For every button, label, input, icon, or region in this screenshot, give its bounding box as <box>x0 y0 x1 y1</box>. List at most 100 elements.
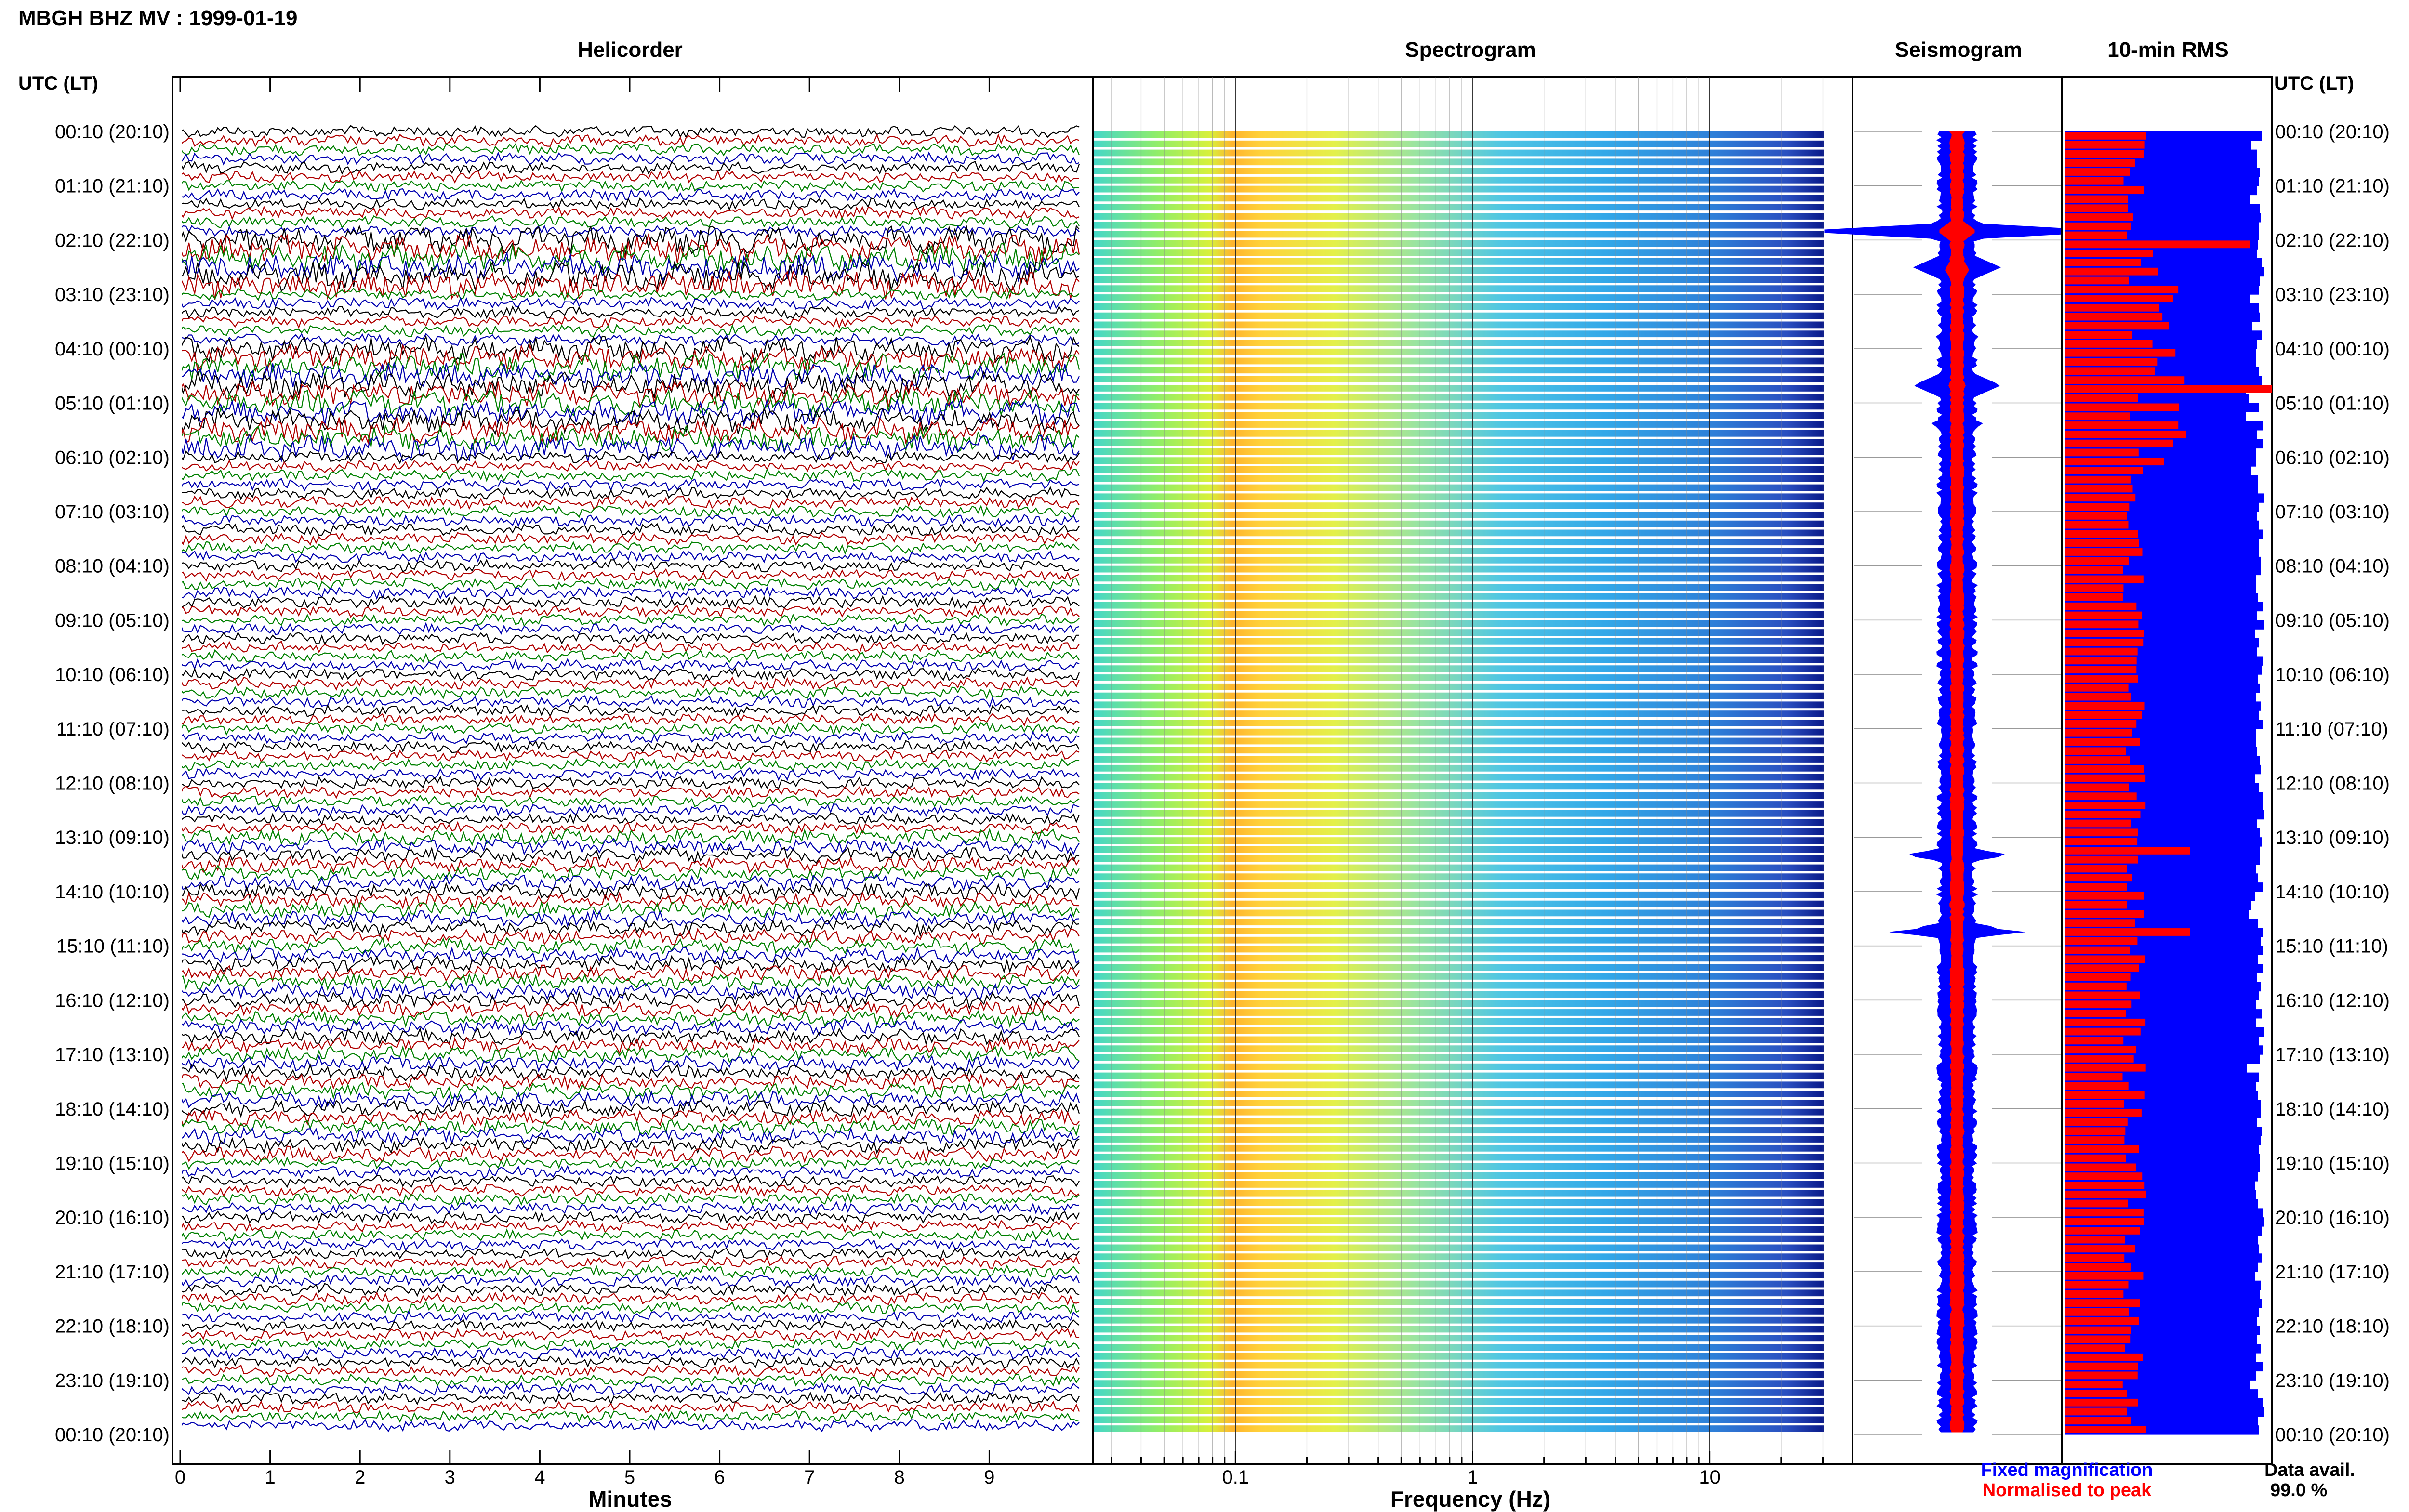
rms-bar-normalised <box>2065 638 2144 646</box>
spectrogram-row <box>1094 683 1824 690</box>
spectrogram-row <box>1094 176 1824 184</box>
helicorder-x-tick-label: 3 <box>445 1467 455 1488</box>
spectrogram-row <box>1094 919 1824 926</box>
spectrogram-row <box>1094 955 1824 962</box>
spectrogram-row <box>1094 855 1824 862</box>
rms-bar-normalised <box>2065 1127 2126 1135</box>
rms-bar-normalised <box>2065 783 2129 791</box>
spectrogram-row <box>1094 1009 1824 1016</box>
rms-bar-normalised <box>2065 458 2164 466</box>
rms-bar-normalised <box>2065 657 2137 665</box>
time-label-right: 17:10 (13:10) <box>2275 1044 2390 1065</box>
helicorder-x-tick-labels: 0 1 2 3 4 5 6 7 8 9 <box>175 1467 995 1488</box>
rms-bar-normalised <box>2065 1371 2138 1380</box>
spectrogram-row <box>1094 1380 1824 1387</box>
spectrogram-row <box>1094 484 1824 491</box>
helicorder-x-tick-label: 2 <box>355 1467 365 1488</box>
rms-bar-normalised <box>2065 1227 2140 1235</box>
rms-bar-normalised <box>2065 168 2130 176</box>
rms-bar-normalised <box>2065 991 2140 999</box>
time-label-left: 04:10 (00:10) <box>55 339 170 360</box>
helicorder-x-tick-label: 8 <box>894 1467 905 1488</box>
spectrogram-row <box>1094 330 1824 338</box>
spectrogram-row <box>1094 1144 1824 1152</box>
spectrogram-row <box>1094 1326 1824 1333</box>
rms-bar-normalised <box>2065 1010 2126 1017</box>
spectrogram-row <box>1094 276 1824 283</box>
rms-bar-normalised <box>2065 240 2250 249</box>
spectrogram-row <box>1094 846 1824 853</box>
rms-bar-normalised <box>2065 503 2130 511</box>
rms-bar-normalised <box>2065 1037 2124 1045</box>
rms-bar-normalised <box>2065 1390 2127 1397</box>
spectrogram-row <box>1094 1253 1824 1261</box>
seismogram-panel: Seismogram <box>1824 38 2090 1465</box>
time-label-right: 01:10 (21:10) <box>2275 176 2390 197</box>
rms-bar-normalised <box>2065 1190 2146 1198</box>
rms-bar-normalised <box>2065 892 2144 900</box>
rms-bar-normalised <box>2065 828 2138 837</box>
time-label-left: 18:10 (14:10) <box>55 1099 170 1120</box>
rms-bar-normalised <box>2065 150 2144 158</box>
rms-bar-normalised <box>2065 1281 2129 1289</box>
spectrogram-row <box>1094 1235 1824 1242</box>
rms-bar-normalised <box>2065 1272 2144 1280</box>
rms-bar-normalised <box>2065 910 2144 918</box>
rms-bar-normalised <box>2065 1182 2145 1189</box>
time-axis-label-right: UTC (LT) <box>2274 73 2354 94</box>
spectrogram-row <box>1094 936 1824 944</box>
time-label-left: 01:10 (21:10) <box>55 176 170 197</box>
rms-bar-normalised <box>2065 530 2138 538</box>
spectrogram-row <box>1094 1244 1824 1251</box>
rms-bar-normalised <box>2065 566 2123 574</box>
spectrogram-row <box>1094 520 1824 527</box>
time-label-left: 12:10 (08:10) <box>55 773 170 794</box>
rms-bar-normalised <box>2065 1091 2145 1099</box>
spectrogram-row <box>1094 756 1824 763</box>
spectrogram-row <box>1094 149 1824 157</box>
spectrogram-row <box>1094 1063 1824 1070</box>
rms-bar-normalised <box>2065 1263 2131 1271</box>
rms-bar-normalised <box>2065 602 2137 610</box>
rms-bar-normalised <box>2065 1290 2124 1298</box>
rms-bar-normalised <box>2065 1407 2127 1416</box>
spectrogram-row <box>1094 185 1824 193</box>
rms-bar-normalised <box>2065 340 2153 348</box>
spectrogram-row <box>1094 611 1824 618</box>
rms-bar-normalised <box>2065 738 2140 746</box>
spectrogram-row <box>1094 1416 1824 1423</box>
rms-bar-normalised <box>2065 1172 2143 1180</box>
spectrogram-row <box>1094 810 1824 817</box>
rms-bar-normalised <box>2065 394 2138 402</box>
spectrogram-row <box>1094 448 1824 455</box>
rms-bar-normalised <box>2065 819 2131 828</box>
rms-bar-normalised <box>2065 620 2139 629</box>
spectrogram-row <box>1094 267 1824 274</box>
time-label-left: 13:10 (09:10) <box>55 827 170 848</box>
rms-bar-normalised <box>2065 132 2146 140</box>
rms-bar-normalised <box>2065 1299 2140 1307</box>
spectrogram-row <box>1094 593 1824 600</box>
rms-bar-normalised <box>2065 231 2127 239</box>
rms-bar-normalised <box>2065 1381 2123 1389</box>
rms-bar-normalised <box>2065 1145 2139 1153</box>
rms-bar-normalised <box>2065 1308 2129 1316</box>
spectrogram-row <box>1094 131 1824 138</box>
spectrogram-row <box>1094 909 1824 917</box>
spectrogram-row <box>1094 647 1824 654</box>
rms-bar-normalised <box>2065 1118 2128 1126</box>
helicorder-x-tick-label: 9 <box>984 1467 994 1488</box>
spectrogram-row <box>1094 801 1824 808</box>
spectrogram-row <box>1094 1344 1824 1351</box>
rms-panel: 10-min RMS <box>2061 38 2273 1465</box>
rms-bar-normalised <box>2065 1218 2144 1225</box>
rms-bar-normalised <box>2065 964 2139 972</box>
rms-bar-normalised <box>2065 177 2124 185</box>
spectrogram-row <box>1094 737 1824 745</box>
spectrogram-row <box>1094 638 1824 645</box>
helicorder-x-tick-label: 0 <box>175 1467 185 1488</box>
spectrogram-row <box>1094 303 1824 310</box>
spectrogram-row <box>1094 828 1824 835</box>
spectrogram-row <box>1094 837 1824 844</box>
rms-bar-normalised <box>2065 865 2127 873</box>
